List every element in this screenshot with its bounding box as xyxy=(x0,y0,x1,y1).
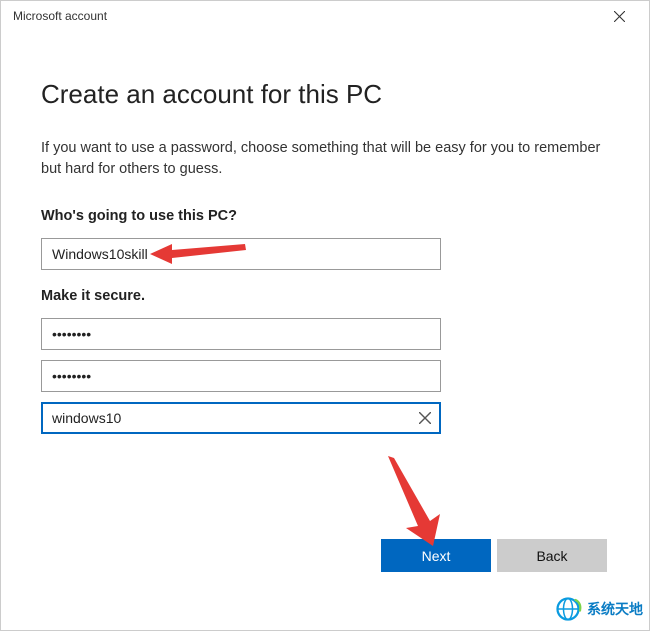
button-row: Next Back xyxy=(381,539,607,572)
close-icon xyxy=(614,11,625,22)
next-button[interactable]: Next xyxy=(381,539,491,572)
window-title: Microsoft account xyxy=(11,9,107,23)
username-field-container xyxy=(41,238,441,270)
password-input[interactable] xyxy=(41,318,441,350)
password-field-container xyxy=(41,318,441,350)
page-title: Create an account for this PC xyxy=(41,79,609,110)
clear-hint-button[interactable] xyxy=(415,408,435,428)
clear-icon xyxy=(419,412,431,424)
annotation-arrow-2 xyxy=(378,456,448,546)
hint-field-container xyxy=(41,402,441,434)
watermark-text: 系统天地 xyxy=(587,599,643,619)
main-content: Create an account for this PC If you wan… xyxy=(1,31,649,434)
password-confirm-field-container xyxy=(41,360,441,392)
password-hint-input[interactable] xyxy=(41,402,441,434)
password-section-label: Make it secure. xyxy=(41,288,609,304)
watermark: 系统天地 xyxy=(553,594,643,624)
username-section-label: Who's going to use this PC? xyxy=(41,208,609,224)
username-input[interactable] xyxy=(41,238,441,270)
globe-icon xyxy=(553,594,583,624)
back-button[interactable]: Back xyxy=(497,539,607,572)
window-titlebar: Microsoft account xyxy=(1,1,649,31)
close-button[interactable] xyxy=(599,2,639,30)
page-description: If you want to use a password, choose so… xyxy=(41,138,601,180)
password-confirm-input[interactable] xyxy=(41,360,441,392)
